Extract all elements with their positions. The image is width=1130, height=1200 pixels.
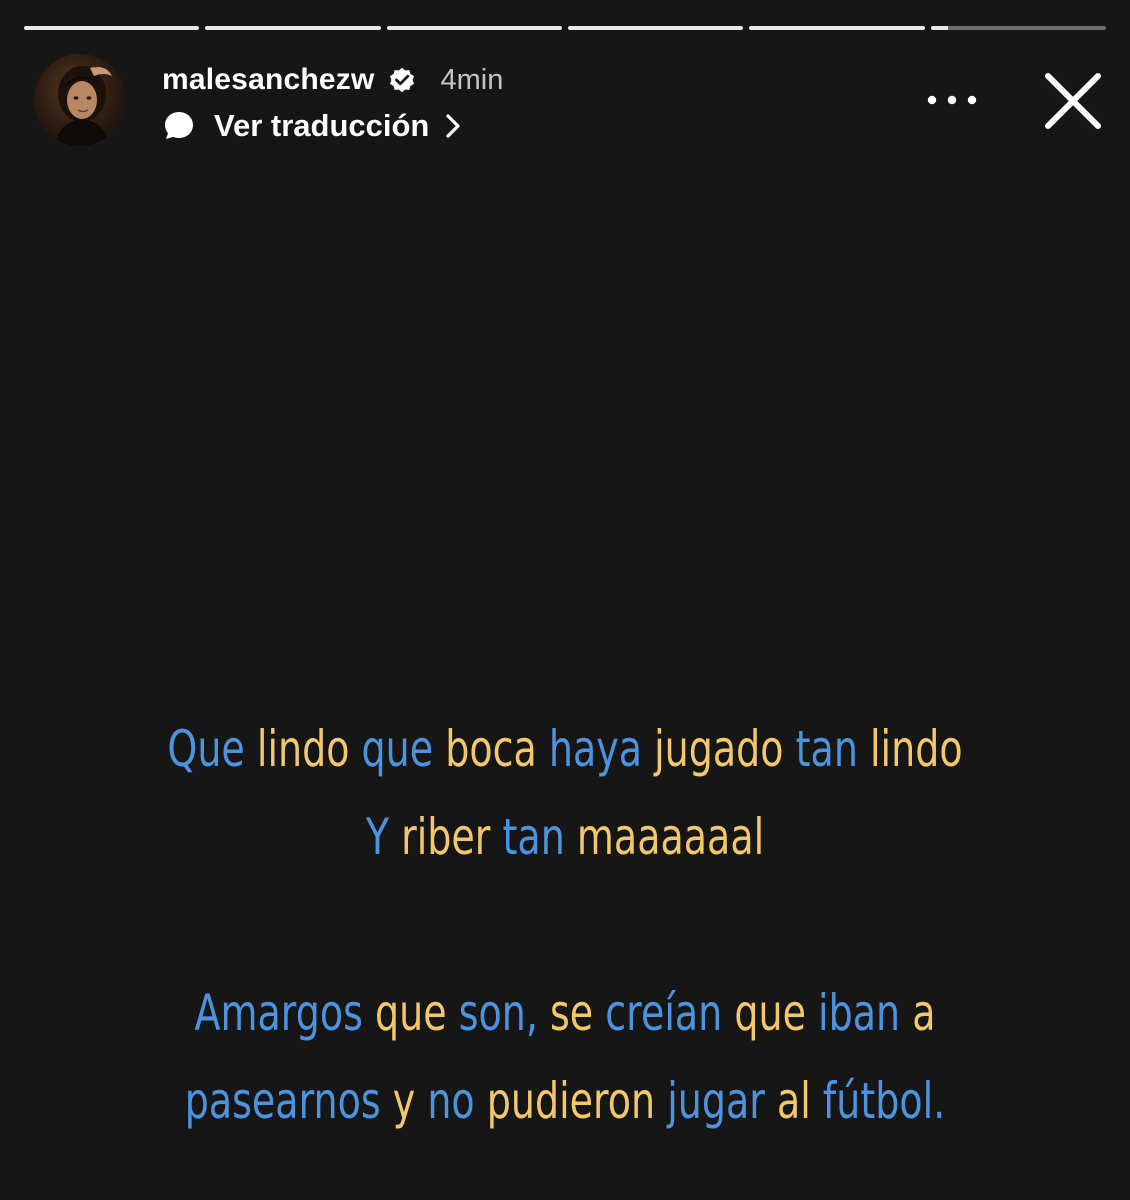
story-word: Que xyxy=(167,720,245,778)
avatar[interactable] xyxy=(34,54,126,146)
close-icon xyxy=(1045,73,1101,129)
chevron-right-icon xyxy=(446,114,460,138)
story-word: boca xyxy=(445,720,537,778)
story-word: maaaaaal xyxy=(576,808,765,866)
story-word: Amargos xyxy=(194,984,363,1042)
story-line-3: Amargos que son, se creían que iban a xyxy=(151,969,979,1057)
story-word: riber xyxy=(401,808,491,866)
story-word: a xyxy=(912,984,936,1042)
story-line-4: pasearnos y no pudieron jugar al fútbol. xyxy=(151,1057,979,1145)
see-translation-button[interactable]: Ver traducción xyxy=(162,106,463,146)
more-dots-icon xyxy=(927,95,977,105)
progress-segment-current xyxy=(930,26,1106,30)
more-options-button[interactable] xyxy=(920,82,984,118)
story-word: son, xyxy=(458,984,538,1042)
story-word: creían xyxy=(605,984,723,1042)
progress-segment xyxy=(386,26,562,30)
story-header: malesanchezw 4min Ver traducción xyxy=(34,54,1106,148)
username[interactable]: malesanchezw xyxy=(162,63,375,97)
story-word: pudieron xyxy=(486,1072,656,1130)
post-time: 4min xyxy=(440,63,504,96)
user-line: malesanchezw 4min xyxy=(162,60,503,100)
story-word: tan xyxy=(795,720,858,778)
story-line-1: Que lindo que boca haya jugado tan lindo xyxy=(151,705,979,793)
story-word: y xyxy=(392,1072,416,1130)
story-word: no xyxy=(427,1072,475,1130)
avatar-photo xyxy=(54,66,112,146)
progress-segment xyxy=(749,26,925,30)
story-text: Que lindo que boca haya jugado tan lindo… xyxy=(151,705,979,1145)
story-word: pasearnos xyxy=(184,1072,381,1130)
story-word: se xyxy=(550,984,594,1042)
story-word: Y xyxy=(365,808,390,866)
story-word: que xyxy=(361,720,434,778)
story-word: lindo xyxy=(869,720,963,778)
close-button[interactable] xyxy=(1040,68,1106,134)
story-progress-bars xyxy=(24,26,1106,30)
story-word: haya xyxy=(548,720,643,778)
progress-segment xyxy=(205,26,381,30)
speech-bubble-icon xyxy=(165,112,193,139)
story-word: jugado xyxy=(654,720,784,778)
progress-segment xyxy=(567,26,744,30)
story-word: iban xyxy=(818,984,901,1042)
story-word: jugar xyxy=(667,1072,765,1130)
story-line-2: Y riber tan maaaaaal xyxy=(151,793,979,881)
verified-badge-icon xyxy=(389,67,414,93)
story-word: al xyxy=(776,1072,811,1130)
story-word: que xyxy=(375,984,447,1042)
progress-segment xyxy=(24,26,200,30)
story-word: tan xyxy=(502,808,565,866)
see-translation-label: Ver traducción xyxy=(214,108,430,143)
story-word: fútbol. xyxy=(822,1072,946,1130)
story-word: que xyxy=(734,984,806,1042)
story-word: lindo xyxy=(256,720,350,778)
